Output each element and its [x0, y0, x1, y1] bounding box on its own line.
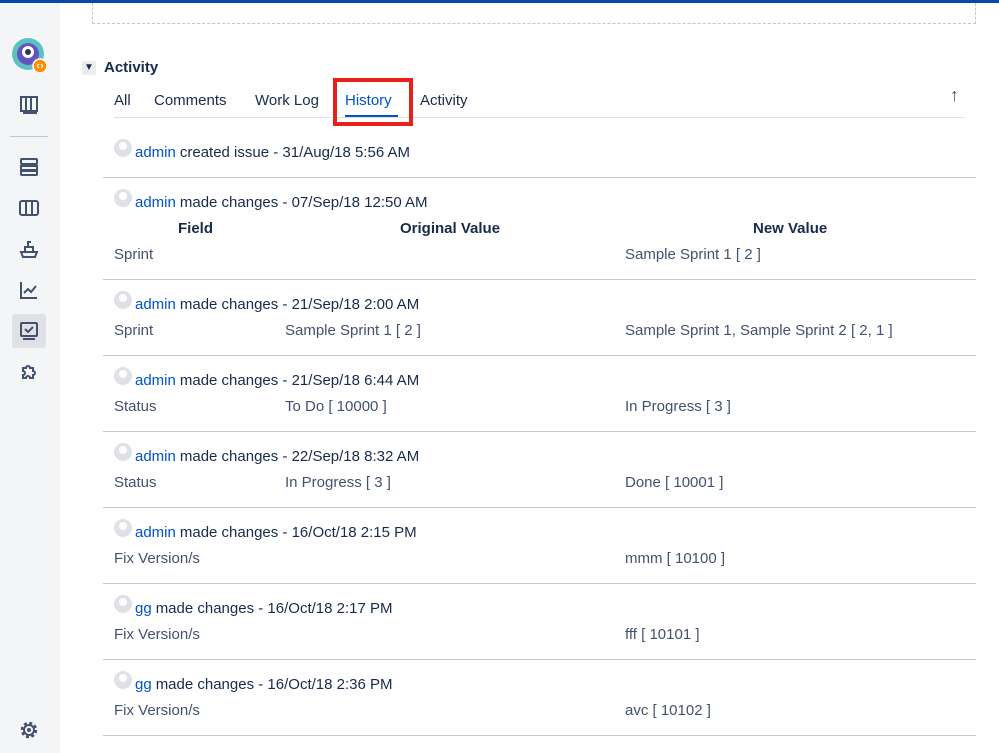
history-entry: admin made changes - 07/Sep/18 12:50 AM …: [103, 178, 976, 280]
entry-text: made changes - 21/Sep/18 2:00 AM: [179, 295, 420, 313]
entry-text: made changes - 22/Sep/18 8:32 AM: [179, 447, 420, 465]
user-link[interactable]: admin: [135, 448, 176, 465]
columns-icon[interactable]: [12, 191, 46, 225]
column-header-new: New Value: [753, 220, 828, 237]
user-avatar-icon: [114, 189, 132, 207]
activity-title: Activity: [104, 59, 159, 76]
user-avatar-icon: [114, 139, 132, 157]
user-link[interactable]: admin: [135, 524, 176, 541]
activity-tabs: All Comments Work Log History Activity: [114, 90, 965, 118]
original-value: To Do [ 10000 ]: [285, 398, 387, 415]
history-entry: admin made changes - 21/Sep/18 6:44 AM S…: [103, 356, 976, 432]
field-name: Status: [114, 398, 157, 415]
user-avatar-icon: [114, 367, 132, 385]
entry-text: made changes - 07/Sep/18 12:50 AM: [179, 193, 428, 211]
user-link[interactable]: admin: [135, 372, 176, 389]
tab-work-log[interactable]: Work Log: [255, 92, 319, 109]
entry-text: created issue - 31/Aug/18 5:56 AM: [179, 143, 411, 161]
entry-header: admin made changes - 22/Sep/18 8:32 AM: [114, 443, 420, 465]
entry-header: gg made changes - 16/Oct/18 2:36 PM: [114, 671, 393, 693]
backlog-icon[interactable]: [12, 150, 46, 184]
new-value: In Progress [ 3 ]: [625, 398, 731, 415]
activity-header[interactable]: ▼ Activity: [82, 59, 158, 76]
column-header-field: Field: [178, 220, 214, 237]
user-link[interactable]: admin: [135, 144, 176, 161]
new-value: avc [ 10102 ]: [625, 702, 711, 719]
user-link[interactable]: gg: [135, 676, 152, 693]
field-name: Fix Version/s: [114, 550, 200, 567]
new-value: Sample Sprint 1, Sample Sprint 2 [ 2, 1 …: [625, 322, 893, 339]
user-link[interactable]: admin: [135, 194, 176, 211]
releases-icon[interactable]: [12, 232, 46, 266]
entry-header: admin made changes - 21/Sep/18 2:00 AM: [114, 291, 420, 313]
field-name: Status: [114, 474, 157, 491]
field-name: Sprint: [114, 322, 154, 339]
entry-header: admin created issue - 31/Aug/18 5:56 AM: [114, 139, 411, 161]
entry-header: admin made changes - 16/Oct/18 2:15 PM: [114, 519, 417, 541]
user-avatar-icon: [114, 519, 132, 537]
entry-header: gg made changes - 16/Oct/18 2:17 PM: [114, 595, 393, 617]
sidebar: [0, 3, 60, 753]
issues-icon[interactable]: [12, 314, 46, 348]
user-link[interactable]: admin: [135, 296, 176, 313]
entry-text: made changes - 21/Sep/18 6:44 AM: [179, 371, 420, 389]
dashed-dropzone: [92, 3, 976, 24]
entry-header: admin made changes - 07/Sep/18 12:50 AM: [114, 189, 428, 211]
history-entry: admin created issue - 31/Aug/18 5:56 AM: [103, 127, 976, 178]
field-name: Fix Version/s: [114, 626, 200, 643]
entry-text: made changes - 16/Oct/18 2:15 PM: [179, 523, 417, 541]
entry-text: made changes - 16/Oct/18 2:36 PM: [155, 675, 393, 693]
column-header-original: Original Value: [400, 220, 501, 237]
tab-comments[interactable]: Comments: [154, 92, 227, 109]
reports-icon[interactable]: [12, 273, 46, 307]
sidebar-divider: [10, 136, 48, 137]
history-entry: gg made changes - 16/Oct/18 2:17 PM Fix …: [103, 584, 976, 660]
user-avatar-icon: [114, 671, 132, 689]
user-avatar-icon: [114, 291, 132, 309]
original-value: In Progress [ 3 ]: [285, 474, 391, 491]
new-value: Done [ 10001 ]: [625, 474, 724, 491]
sort-arrow-icon[interactable]: ↑: [950, 85, 959, 106]
field-name: Fix Version/s: [114, 702, 200, 719]
tab-activity[interactable]: Activity: [420, 92, 468, 109]
entry-header: admin made changes - 21/Sep/18 6:44 AM: [114, 367, 420, 389]
tab-all[interactable]: All: [114, 92, 131, 109]
board-icon[interactable]: [12, 87, 46, 121]
history-tab-highlight: [333, 78, 413, 126]
issue-main: ▼ Activity All Comments Work Log History…: [60, 3, 999, 753]
user-avatar-icon: [114, 443, 132, 461]
user-link[interactable]: gg: [135, 600, 152, 617]
settings-icon[interactable]: [17, 718, 41, 742]
user-avatar-icon: [114, 595, 132, 613]
history-entry: admin made changes - 22/Sep/18 8:32 AM S…: [103, 432, 976, 508]
history-entry: admin made changes - 21/Sep/18 2:00 AM S…: [103, 280, 976, 356]
new-value: fff [ 10101 ]: [625, 626, 700, 643]
project-avatar-icon[interactable]: [11, 38, 47, 74]
chevron-down-icon[interactable]: ▼: [82, 60, 96, 75]
history-entry: admin made changes - 16/Oct/18 2:15 PM F…: [103, 508, 976, 584]
entry-text: made changes - 16/Oct/18 2:17 PM: [155, 599, 393, 617]
new-value: mmm [ 10100 ]: [625, 550, 726, 567]
original-value: Sample Sprint 1 [ 2 ]: [285, 322, 421, 339]
new-value: Sample Sprint 1 [ 2 ]: [625, 246, 761, 263]
add-ons-icon[interactable]: [12, 355, 46, 389]
history-entry: gg made changes - 16/Oct/18 2:36 PM Fix …: [103, 660, 976, 736]
field-name: Sprint: [114, 246, 154, 263]
